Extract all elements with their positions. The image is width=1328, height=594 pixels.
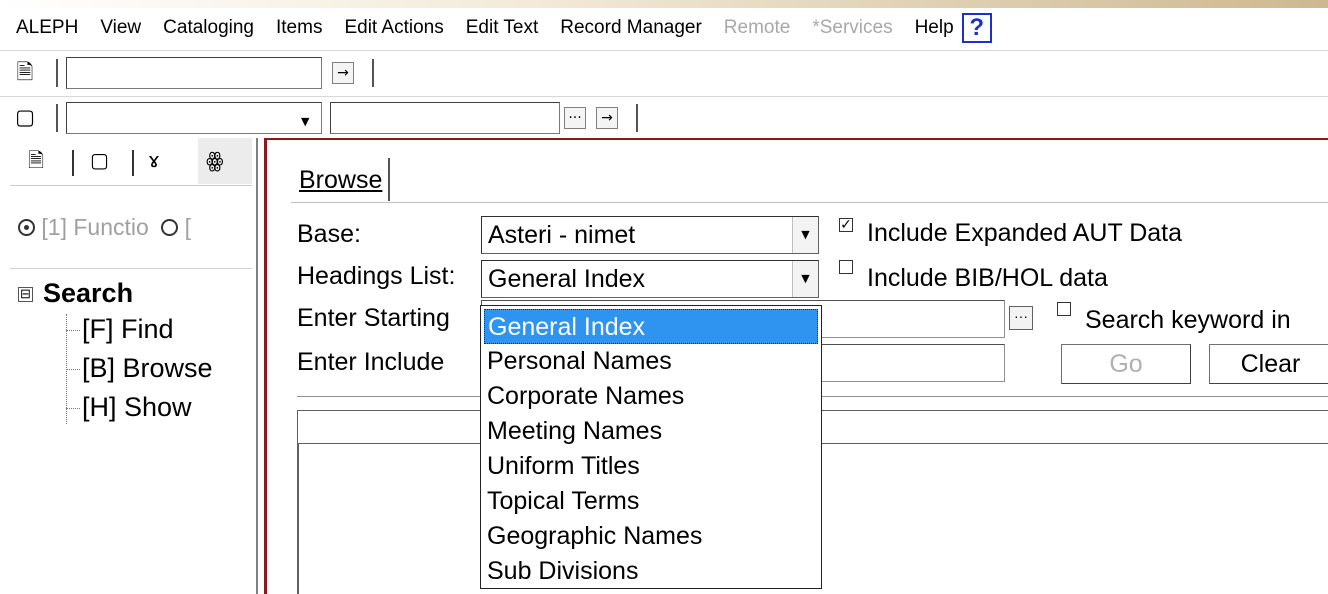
ellipsis-button[interactable]: ··· <box>1009 306 1033 330</box>
base-select[interactable]: Asteri - nimet ▼ <box>481 216 819 254</box>
go-button[interactable]: Go <box>1061 344 1191 384</box>
chevron-down-icon: ▼ <box>301 115 310 128</box>
ellipsis-button[interactable]: ··· <box>564 107 586 129</box>
chevron-down-icon[interactable]: ▼ <box>792 261 818 297</box>
menu-cataloging[interactable]: Cataloging <box>163 17 254 39</box>
tree-node-search[interactable]: ⊟ Search <box>18 278 133 309</box>
menu-view[interactable]: View <box>100 17 141 39</box>
radio-label: [1] Functio <box>41 214 149 240</box>
menu-remote: Remote <box>723 17 791 38</box>
tree-item-find[interactable]: [F] Find <box>82 314 174 345</box>
barcode-input[interactable] <box>330 102 560 134</box>
toolbar-separator <box>372 59 374 87</box>
item-box-icon[interactable]: ▢ <box>90 148 109 172</box>
radio-button[interactable] <box>161 219 179 236</box>
tree-connector <box>66 330 80 331</box>
clear-button[interactable]: Clear <box>1209 344 1328 384</box>
include-expanded-aut-checkbox[interactable]: ✓ Include Expanded AUT Data <box>839 218 1182 248</box>
library-select[interactable]: ▼ <box>66 102 322 134</box>
tab-browse[interactable]: Browse <box>297 158 391 201</box>
dropdown-option-uniform-titles[interactable]: Uniform Titles <box>484 449 818 484</box>
menu-services: *Services <box>812 17 893 38</box>
radio-label: [ <box>184 214 191 240</box>
menu-bar: ALEPH View Cataloging Items Edit Actions… <box>0 8 1328 48</box>
headings-list-label: Headings List: <box>297 262 456 290</box>
tab-separator <box>72 150 74 176</box>
title-strip <box>0 0 1328 8</box>
dropdown-option-meeting-names[interactable]: Meeting Names <box>484 414 818 449</box>
toolbar-search: 🗎 → <box>0 50 1328 94</box>
menu-help[interactable]: Help <box>915 17 954 39</box>
dropdown-option-sub-divisions[interactable]: Sub Divisions <box>484 554 818 589</box>
tree-item-show[interactable]: [H] Show <box>82 392 192 423</box>
dropdown-option-personal-names[interactable]: Personal Names <box>484 344 818 379</box>
checkbox-icon[interactable] <box>839 260 853 274</box>
go-arrow-icon[interactable]: → <box>596 107 618 129</box>
item-box-icon[interactable]: ▢ <box>12 104 38 130</box>
include-label: Enter Include <box>297 348 445 376</box>
divider <box>10 268 252 269</box>
menu-edit-text[interactable]: Edit Text <box>466 17 539 39</box>
navigation-panel: 🗎 ▢ ɤ ꙮ [1] Functio [ ⊟ Search [F] Find [… <box>0 138 258 594</box>
menu-items[interactable]: Items <box>276 17 322 39</box>
record-icon[interactable]: 🗎 <box>12 59 38 85</box>
toolbar-separator <box>56 104 58 132</box>
help-icon[interactable]: ? <box>961 13 992 43</box>
tree-connector <box>66 369 80 370</box>
chevron-down-icon[interactable]: ▼ <box>792 217 818 253</box>
menu-aleph[interactable]: ALEPH <box>16 17 78 39</box>
toolbar-items: ▢ ▼ ··· → <box>0 96 1328 138</box>
dropdown-option-geographic-names[interactable]: Geographic Names <box>484 519 818 554</box>
go-arrow-icon[interactable]: → <box>332 62 354 84</box>
toolbar-separator <box>56 59 58 87</box>
search-keyword-checkbox[interactable]: Search keyword in <box>1057 302 1291 335</box>
function-radio-row: [1] Functio [ <box>18 214 256 241</box>
acquisition-icon[interactable]: ɤ <box>148 148 160 172</box>
dropdown-option-topical-terms[interactable]: Topical Terms <box>484 484 818 519</box>
base-label: Base: <box>297 220 361 248</box>
tree-connector <box>66 408 80 409</box>
record-input[interactable] <box>66 57 322 89</box>
checkbox-icon[interactable] <box>1057 302 1071 316</box>
checkbox-checked-icon[interactable]: ✓ <box>839 218 853 232</box>
radio-button[interactable] <box>18 219 35 236</box>
toolbar-separator <box>636 104 638 132</box>
headings-list-select[interactable]: General Index ▼ <box>481 260 819 298</box>
binoculars-icon[interactable]: ꙮ <box>206 148 224 172</box>
tab-divider <box>291 202 1328 203</box>
starting-point-label: Enter Starting <box>297 304 450 332</box>
tree-item-browse[interactable]: [B] Browse <box>82 353 213 384</box>
menu-record-manager[interactable]: Record Manager <box>560 17 702 39</box>
dropdown-option-corporate-names[interactable]: Corporate Names <box>484 379 818 414</box>
collapse-icon[interactable]: ⊟ <box>18 287 33 302</box>
menu-edit-actions[interactable]: Edit Actions <box>344 17 443 39</box>
record-icon[interactable]: 🗎 <box>28 148 44 172</box>
tab-separator <box>132 150 134 176</box>
dropdown-option-general-index[interactable]: General Index <box>484 309 818 344</box>
include-bib-hol-checkbox[interactable]: Include BIB/HOL data <box>839 260 1108 293</box>
headings-list-dropdown: General Index Personal Names Corporate N… <box>480 305 822 589</box>
panel-tabs: 🗎 ▢ ɤ ꙮ <box>10 138 252 186</box>
